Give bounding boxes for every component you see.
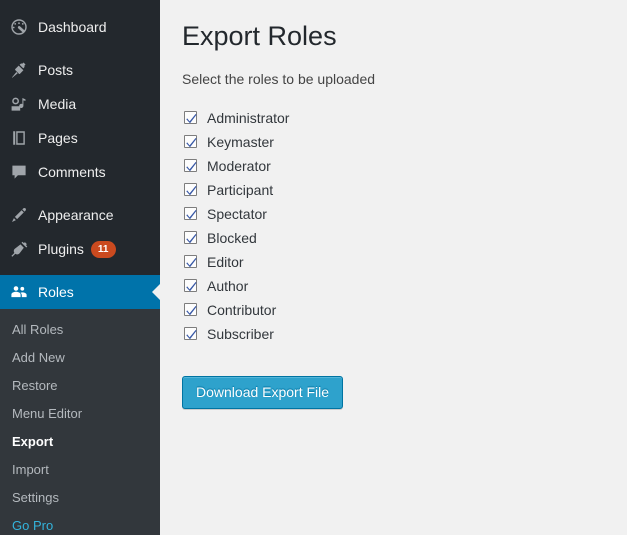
sidebar-item-label: Dashboard xyxy=(38,19,107,35)
admin-sidebar: Dashboard Posts Media Pages Comments App… xyxy=(0,0,160,535)
checkmark-icon xyxy=(186,306,197,316)
checkmark-icon xyxy=(186,138,197,148)
sidebar-item-label: Media xyxy=(38,96,77,112)
sidebar-item-label: Pages xyxy=(38,130,78,146)
sidebar-divider xyxy=(0,44,160,53)
sidebar-item-roles[interactable]: Roles xyxy=(0,275,160,309)
plug-icon xyxy=(9,239,29,259)
page-description: Select the roles to be uploaded xyxy=(182,71,376,88)
paintbrush-icon xyxy=(9,205,29,225)
role-list-item: Administrator xyxy=(184,106,607,130)
role-checkbox[interactable] xyxy=(184,207,197,221)
sidebar-divider xyxy=(0,266,160,275)
role-checkbox[interactable] xyxy=(184,327,197,341)
role-list-item: Keymaster xyxy=(184,130,607,154)
sidebar-item-dashboard[interactable]: Dashboard xyxy=(0,10,160,44)
sidebar-item-posts[interactable]: Posts xyxy=(0,53,160,87)
button-row: Download Export File xyxy=(182,375,607,409)
plugins-update-badge: 11 xyxy=(90,240,116,258)
role-list-item: Blocked xyxy=(184,226,607,250)
role-list-item: Spectator xyxy=(184,202,607,226)
submenu-item-restore[interactable]: Restore xyxy=(0,372,160,400)
role-checkbox[interactable] xyxy=(184,183,197,197)
download-export-file-button[interactable]: Download Export File xyxy=(182,375,344,409)
sidebar-item-media[interactable]: Media xyxy=(0,87,160,121)
checkmark-icon xyxy=(186,282,197,292)
role-list-item: Moderator xyxy=(184,154,607,178)
role-list-item: Contributor xyxy=(184,298,607,322)
submenu-item-export[interactable]: Export xyxy=(0,428,160,456)
sidebar-item-label: Appearance xyxy=(38,207,114,223)
submenu-item-go-pro[interactable]: Go Pro xyxy=(0,512,160,535)
sidebar-item-comments[interactable]: Comments xyxy=(0,155,160,189)
media-icon xyxy=(9,94,29,114)
checkmark-icon xyxy=(186,162,197,172)
submenu-item-add-new[interactable]: Add New xyxy=(0,344,160,372)
sidebar-item-label: Comments xyxy=(38,164,106,180)
role-checkbox[interactable] xyxy=(184,159,197,173)
roles-checkbox-list: Administrator Keymaster Moderator Participa… xyxy=(184,106,607,346)
page-title: Export Roles xyxy=(182,21,337,51)
role-label: Administrator xyxy=(207,109,290,126)
roles-submenu: All Roles Add New Restore Menu Editor Ex… xyxy=(0,309,160,535)
role-checkbox[interactable] xyxy=(184,279,197,293)
sidebar-item-plugins[interactable]: Plugins 11 xyxy=(0,232,160,266)
checkmark-icon xyxy=(186,114,197,124)
sidebar-divider xyxy=(0,189,160,198)
role-label: Spectator xyxy=(207,205,267,222)
dashboard-icon xyxy=(9,17,29,37)
sidebar-item-pages[interactable]: Pages xyxy=(0,121,160,155)
checkmark-icon xyxy=(186,258,197,268)
role-list-item: Subscriber xyxy=(184,322,607,346)
sidebar-item-label: Posts xyxy=(38,62,74,78)
role-checkbox[interactable] xyxy=(184,111,197,125)
role-label: Moderator xyxy=(207,157,271,174)
role-checkbox[interactable] xyxy=(184,231,197,245)
checkmark-icon xyxy=(186,234,197,244)
submenu-item-settings[interactable]: Settings xyxy=(0,484,160,512)
sidebar-top-spacer xyxy=(0,0,160,10)
role-list-item: Author xyxy=(184,274,607,298)
sidebar-item-label: Roles xyxy=(38,284,74,300)
role-list-item: Editor xyxy=(184,250,607,274)
sidebar-item-appearance[interactable]: Appearance xyxy=(0,198,160,232)
role-label: Subscriber xyxy=(207,325,274,342)
role-label: Author xyxy=(207,277,249,294)
submenu-item-all-roles[interactable]: All Roles xyxy=(0,316,160,344)
checkmark-icon xyxy=(186,186,197,196)
role-checkbox[interactable] xyxy=(184,135,197,149)
role-list-item: Participant xyxy=(184,178,607,202)
checkmark-icon xyxy=(186,330,197,340)
role-label: Editor xyxy=(207,253,244,270)
users-icon xyxy=(9,282,29,302)
main-content: Export Roles Select the roles to be uplo… xyxy=(160,0,627,535)
submenu-item-menu-editor[interactable]: Menu Editor xyxy=(0,400,160,428)
role-label: Keymaster xyxy=(207,133,274,150)
role-label: Blocked xyxy=(207,229,257,246)
checkmark-icon xyxy=(186,210,197,220)
role-label: Participant xyxy=(207,181,274,198)
role-checkbox[interactable] xyxy=(184,255,197,269)
role-checkbox[interactable] xyxy=(184,303,197,317)
pushpin-icon xyxy=(9,60,29,80)
sidebar-item-label: Plugins xyxy=(38,241,84,257)
comment-bubble-icon xyxy=(9,162,29,182)
role-label: Contributor xyxy=(207,301,277,318)
submenu-item-import[interactable]: Import xyxy=(0,456,160,484)
pages-icon xyxy=(9,128,29,148)
